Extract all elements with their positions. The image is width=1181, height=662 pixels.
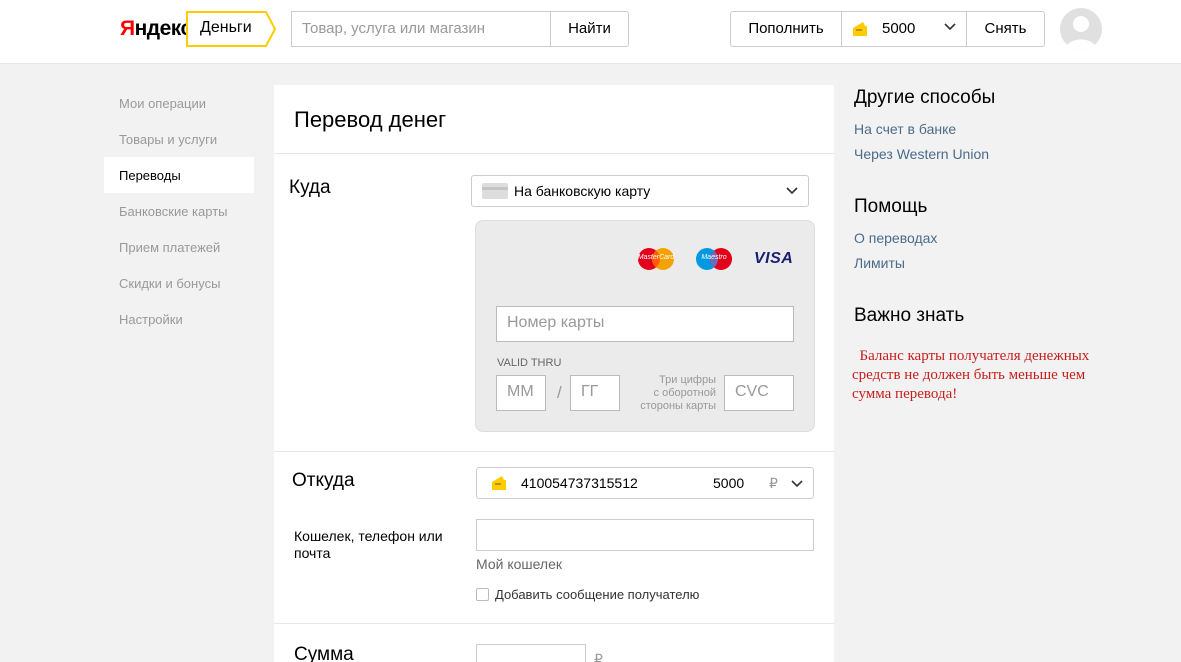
expiry-month-input[interactable]: ММ (496, 375, 546, 411)
search-input[interactable]: Товар, услуга или магазин (291, 11, 551, 47)
valid-thru-label: VALID THRU (497, 357, 562, 369)
page-title: Перевод денег (294, 107, 447, 132)
divider (274, 623, 834, 624)
sidebar-item-bonuses[interactable]: Скидки и бонусы (104, 265, 254, 301)
cvc-hint: Три цифры с оборотной стороны карты (640, 374, 716, 412)
about-transfers-link[interactable]: О переводах (854, 230, 937, 246)
transfer-method-value: На банковскую карту (514, 183, 651, 199)
sidebar-menu: Мои операции Товары и услуги Переводы Ба… (104, 85, 254, 337)
user-avatar[interactable] (1060, 8, 1102, 50)
bank-card-icon (482, 183, 508, 199)
maestro-logo: Maestro (694, 247, 734, 271)
user-icon (1065, 16, 1097, 50)
recipient-input[interactable] (476, 519, 814, 551)
transfer-method-select[interactable]: На банковскую карту (471, 175, 809, 207)
amount-currency: ₽ (594, 651, 603, 662)
transfer-panel: Перевод денег Куда На банковскую карту M… (274, 85, 834, 662)
source-wallet-select[interactable]: 410054737315512 5000 ₽ (476, 467, 814, 499)
sidebar-item-operations[interactable]: Мои операции (104, 85, 254, 121)
sidebar-item-goods[interactable]: Товары и услуги (104, 121, 254, 157)
my-wallet-link[interactable]: Мой кошелек (476, 556, 562, 572)
limits-link[interactable]: Лимиты (854, 255, 905, 271)
sidebar-item-payments[interactable]: Прием платежей (104, 229, 254, 265)
wallet-actions: Пополнить 5000 Снять (730, 11, 1045, 47)
wallet-icon (853, 22, 867, 36)
amount-input[interactable] (476, 644, 586, 662)
help-heading: Помощь (854, 196, 928, 217)
currency-symbol: ₽ (769, 475, 778, 491)
divider (274, 451, 834, 452)
yandex-logo[interactable]: Яндекс (120, 17, 192, 41)
date-separator: / (557, 383, 562, 402)
sidebar-item-settings[interactable]: Настройки (104, 301, 254, 337)
recipient-label: Кошелек, телефон или почта (294, 528, 443, 561)
chevron-down-icon (944, 23, 956, 31)
cvc-input[interactable]: CVC (724, 375, 794, 411)
add-message-checkbox[interactable] (476, 588, 489, 601)
wallet-icon (492, 476, 506, 490)
top-header: Яндекс Деньги Товар, услуга или магазин … (0, 0, 1181, 64)
card-details-form: MasterCard Maestro VISA Номер карты VALI… (475, 220, 815, 432)
to-section-label: Куда (289, 177, 331, 198)
chevron-down-icon (791, 480, 803, 488)
add-message-label[interactable]: Добавить сообщение получателю (495, 587, 699, 602)
western-union-link[interactable]: Через Western Union (854, 146, 989, 162)
balance-dropdown[interactable]: 5000 (842, 12, 967, 46)
money-service-tab[interactable]: Деньги (186, 11, 276, 47)
search-button[interactable]: Найти (550, 11, 629, 47)
sidebar-item-bank-cards[interactable]: Банковские карты (104, 193, 254, 229)
mastercard-logo: MasterCard (636, 247, 676, 271)
bank-account-link[interactable]: На счет в банке (854, 121, 956, 137)
other-methods-heading: Другие способы (854, 87, 996, 108)
balance-amount: 5000 (882, 20, 916, 37)
money-tab-label: Деньги (200, 19, 252, 36)
withdraw-button[interactable]: Снять (967, 12, 1044, 46)
card-number-input[interactable]: Номер карты (496, 306, 794, 342)
wallet-amount: 5000 (713, 475, 745, 491)
visa-logo: VISA (754, 250, 794, 267)
topup-button[interactable]: Пополнить (731, 12, 842, 46)
chevron-down-icon (786, 187, 798, 195)
important-notice: Баланс карты получателя денежных средств… (852, 348, 1090, 402)
from-section-label: Откуда (292, 470, 355, 491)
expiry-year-input[interactable]: ГГ (570, 375, 620, 411)
amount-section-label: Сумма (294, 644, 354, 662)
sidebar-item-transfers[interactable]: Переводы (104, 157, 254, 193)
divider (274, 153, 834, 154)
important-heading: Важно знать (854, 305, 965, 326)
wallet-number: 410054737315512 (521, 475, 638, 491)
